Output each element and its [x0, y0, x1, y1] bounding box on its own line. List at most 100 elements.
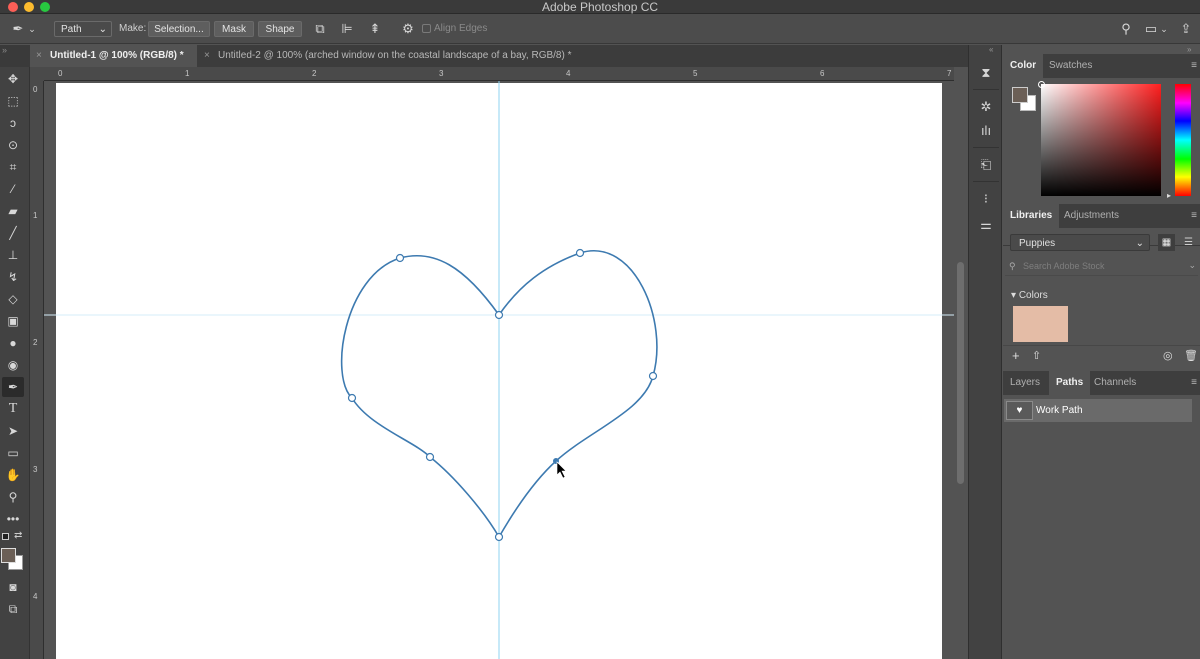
more-icon[interactable]: ••• — [2, 509, 24, 529]
collapse-strip-icon[interactable]: « — [989, 45, 993, 54]
grid-view-icon[interactable]: ▦ — [1158, 234, 1175, 251]
screen-mode-icon[interactable]: ⧉ — [2, 599, 24, 619]
tab-color[interactable]: Color — [1003, 54, 1044, 78]
marquee-icon[interactable]: ⬚ — [2, 91, 24, 111]
tab-channels[interactable]: Channels — [1087, 371, 1143, 395]
add-icon[interactable]: + — [1012, 348, 1020, 363]
gear-icon[interactable]: ⚙ — [398, 19, 418, 39]
eraser-icon[interactable]: ◇ — [2, 289, 24, 309]
colors-section-toggle[interactable]: ▾ Colors — [1011, 290, 1048, 301]
default-colors-icon[interactable] — [2, 533, 9, 540]
libraries-panel-header: Libraries Adjustments ≡ — [1003, 204, 1200, 228]
close-tab-icon[interactable]: × — [204, 45, 210, 67]
mouse-cursor-icon — [556, 461, 567, 479]
vertical-ruler[interactable]: 0 1 2 3 4 — [30, 81, 44, 659]
hue-slider[interactable] — [1175, 84, 1191, 196]
ruler-corner — [30, 67, 44, 81]
color-picker-field[interactable] — [1041, 84, 1161, 196]
pen-tool-preset-icon[interactable]: ✒ — [8, 19, 28, 39]
chevron-down-icon[interactable]: ⌄ — [1158, 19, 1170, 39]
brush-presets-icon[interactable]: ılı — [976, 121, 996, 141]
mask-button[interactable]: Mask — [214, 21, 254, 37]
cloud-sync-icon[interactable]: ◎ — [1163, 349, 1173, 362]
clone-source-icon[interactable]: ⎗ — [976, 155, 996, 175]
search-icon[interactable]: ⚲ — [1116, 19, 1136, 39]
horizontal-ruler[interactable]: 0 1 2 3 4 5 6 7 — [44, 67, 954, 81]
toolbar-collapse[interactable]: » — [0, 45, 30, 67]
selection-button[interactable]: Selection... — [148, 21, 210, 37]
foreground-color-swatch[interactable] — [1, 548, 16, 563]
panel-menu-icon[interactable]: ≡ — [1191, 377, 1197, 388]
document-tab[interactable]: × Untitled-2 @ 100% (arched window on th… — [198, 45, 618, 67]
quick-select-icon[interactable]: ⊙ — [2, 135, 24, 155]
tab-libraries[interactable]: Libraries — [1003, 204, 1060, 228]
align-edges-checkbox[interactable] — [422, 24, 431, 33]
anchor-point[interactable] — [425, 452, 435, 462]
path-arrangement-icon[interactable]: ⇞ — [365, 19, 385, 39]
gradient-icon[interactable]: ▣ — [2, 311, 24, 331]
tool-mode-value: Path — [61, 24, 82, 35]
dodge-icon[interactable]: ◉ — [2, 355, 24, 375]
lasso-icon[interactable]: ↄ — [2, 113, 24, 133]
type-icon[interactable]: T — [2, 399, 24, 419]
chevron-down-icon[interactable]: ⌄ — [26, 19, 38, 39]
path-operations-icon[interactable]: ⧉ — [310, 19, 330, 39]
path-name: Work Path — [1036, 405, 1083, 416]
tab-layers[interactable]: Layers — [1003, 371, 1047, 395]
path-alignment-icon[interactable]: ⊫ — [337, 19, 357, 39]
colors-section-label: Colors — [1018, 290, 1048, 301]
chevron-down-icon: ⌄ — [1135, 238, 1144, 249]
color-picker-cursor[interactable] — [1038, 81, 1045, 88]
library-select[interactable]: Puppies ⌄ — [1010, 234, 1150, 251]
stamp-icon[interactable]: ⊥ — [2, 245, 24, 265]
trash-icon[interactable]: 🗑 — [1184, 349, 1198, 362]
path-select-icon[interactable]: ➤ — [2, 421, 24, 441]
tab-swatches[interactable]: Swatches — [1042, 54, 1099, 78]
document-tab-label: Untitled-1 @ 100% (RGB/8) * — [50, 50, 184, 61]
healing-icon[interactable]: ▰ — [2, 201, 24, 221]
shape-button[interactable]: Shape — [258, 21, 302, 37]
canvas-overlay — [44, 81, 954, 659]
brush-settings-icon[interactable]: ✲ — [976, 97, 996, 117]
tab-paths[interactable]: Paths — [1049, 371, 1091, 395]
foreground-color-swatch[interactable] — [1012, 87, 1028, 103]
anchor-point[interactable] — [347, 393, 357, 403]
eyedropper-icon[interactable]: ⁄ — [2, 179, 24, 199]
history-panel-icon[interactable]: ⧗ — [976, 63, 996, 83]
share-icon[interactable]: ⇪ — [1176, 19, 1196, 39]
hand-icon[interactable]: ✋ — [2, 465, 24, 485]
panel-menu-icon[interactable]: ≡ — [1191, 60, 1197, 71]
ruler-number: 2 — [312, 69, 317, 78]
quick-mask-icon[interactable]: ◙ — [2, 577, 24, 597]
tool-presets-icon[interactable]: ⁝ — [976, 189, 996, 209]
blur-icon[interactable]: ● — [2, 333, 24, 353]
anchor-point[interactable] — [648, 371, 658, 381]
library-color-swatch[interactable] — [1013, 306, 1068, 342]
list-view-icon[interactable]: ☰ — [1180, 234, 1197, 251]
crop-icon[interactable]: ⌗ — [2, 157, 24, 177]
collapse-panels-icon[interactable]: » — [1187, 45, 1191, 54]
zoom-icon[interactable]: ⚲ — [2, 487, 24, 507]
move-icon[interactable]: ✥ — [2, 69, 24, 89]
anchor-point[interactable] — [575, 248, 585, 258]
properties-icon[interactable]: ⚌ — [976, 215, 996, 235]
tab-adjustments[interactable]: Adjustments — [1057, 204, 1126, 228]
rectangle-icon[interactable]: ▭ — [2, 443, 24, 463]
anchor-point[interactable] — [395, 253, 405, 263]
chevron-down-icon: ⌄ — [1188, 260, 1196, 270]
history-brush-icon[interactable]: ↯ — [2, 267, 24, 287]
tool-mode-select[interactable]: Path ⌄ — [54, 21, 112, 37]
anchor-point[interactable] — [494, 310, 504, 320]
close-tab-icon[interactable]: × — [36, 45, 42, 67]
hue-slider-handle[interactable]: ▸ — [1167, 191, 1171, 200]
panel-menu-icon[interactable]: ≡ — [1191, 210, 1197, 221]
brush-icon[interactable]: ╱ — [2, 223, 24, 243]
pen-icon[interactable]: ✒ — [2, 377, 24, 397]
swap-colors-icon[interactable]: ⇄ — [14, 530, 22, 541]
stock-search-input[interactable]: ⚲ Search Adobe Stock ⌄ — [1005, 258, 1198, 276]
upload-icon[interactable]: ⇧ — [1032, 349, 1041, 362]
anchor-point[interactable] — [494, 532, 504, 542]
document-tab[interactable]: × Untitled-1 @ 100% (RGB/8) * — [30, 45, 197, 67]
scrollbar-thumb[interactable] — [957, 262, 964, 484]
title-bar: Adobe Photoshop CC — [0, 0, 1200, 14]
